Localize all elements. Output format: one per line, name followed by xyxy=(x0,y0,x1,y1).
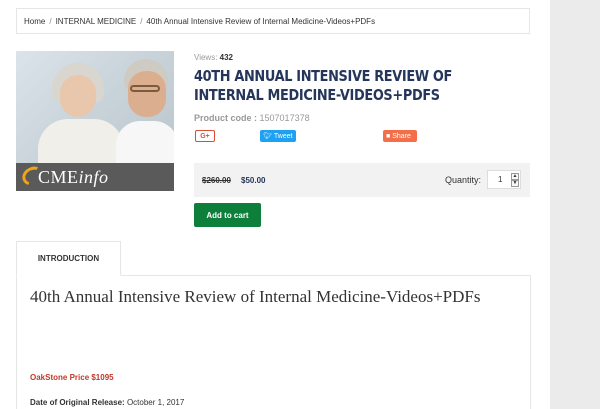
breadcrumb-home[interactable]: Home xyxy=(24,17,45,26)
sale-price: $50.00 xyxy=(241,176,266,185)
quantity-stepper[interactable]: 1 ▲ ▼ xyxy=(487,170,521,189)
old-price: $260.00 xyxy=(202,176,231,185)
quantity-input[interactable]: 1 xyxy=(498,175,502,184)
cmeinfo-logo: CMEinfo xyxy=(38,166,109,187)
views-counter: Views: 432 xyxy=(194,53,233,62)
product-title: 40TH ANNUAL INTENSIVE REVIEW OF INTERNAL… xyxy=(194,67,452,104)
breadcrumb-internal-medicine[interactable]: INTERNAL MEDICINE xyxy=(56,17,137,26)
content-border xyxy=(530,275,531,409)
share-label: Share xyxy=(392,132,411,140)
views-label: Views: xyxy=(194,53,218,62)
product-image[interactable]: CMEinfo xyxy=(16,51,174,191)
google-plus-label: G+ xyxy=(200,132,210,140)
description-title: 40th Annual Intensive Review of Internal… xyxy=(30,287,481,306)
tweet-button[interactable]: 🐦︎ Tweet xyxy=(260,130,296,142)
photo-woman-face xyxy=(60,75,96,117)
product-code-value: 1507017378 xyxy=(259,113,310,123)
tweet-label: Tweet xyxy=(273,132,293,140)
tab-introduction[interactable]: INTRODUCTION xyxy=(16,241,121,276)
product-code-label: Product code : xyxy=(194,113,258,123)
views-count: 432 xyxy=(219,53,234,62)
breadcrumb: Home / INTERNAL MEDICINE / 40th Annual I… xyxy=(16,8,530,34)
page-side-strip xyxy=(550,0,600,409)
breadcrumb-current: 40th Annual Intensive Review of Internal… xyxy=(146,16,376,26)
caret-down-icon[interactable]: ▼ xyxy=(511,180,519,187)
photo-man-face xyxy=(128,71,166,117)
content-border xyxy=(16,275,17,409)
photo-glasses xyxy=(130,85,160,92)
release-date-label: Date of Original Release: xyxy=(30,398,125,407)
breadcrumb-separator: / xyxy=(140,16,143,26)
release-date: Date of Original Release: October 1, 201… xyxy=(30,398,184,407)
oakstone-price: OakStone Price $1095 xyxy=(30,373,114,382)
breadcrumb-separator: / xyxy=(49,16,52,26)
release-date-value: October 1, 2017 xyxy=(126,398,185,407)
add-to-cart-button[interactable]: Add to cart xyxy=(194,203,261,227)
quantity-label: Quantity: xyxy=(445,175,482,185)
caret-up-icon[interactable]: ▲ xyxy=(511,173,519,180)
google-plus-button[interactable]: G+ xyxy=(195,130,215,142)
cmeinfo-logo-band: CMEinfo xyxy=(16,163,174,191)
twitter-bird-icon: 🐦︎ xyxy=(263,133,272,140)
price-box: $260.00 $50.00 Quantity: 1 ▲ ▼ xyxy=(194,163,530,197)
share-icon: ■ xyxy=(386,132,391,140)
product-code: Product code : 1507017378 xyxy=(194,113,310,123)
share-button[interactable]: ■ Share xyxy=(383,130,417,142)
